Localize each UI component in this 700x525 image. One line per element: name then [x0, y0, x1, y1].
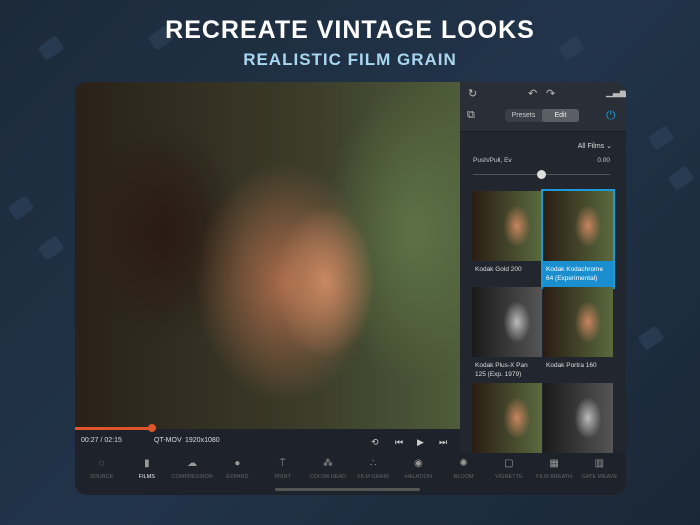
tab-edit[interactable]: Edit: [542, 109, 579, 122]
film-card[interactable]: Kodak Plus-X Pan 125 (Exp. 1979): [472, 287, 542, 383]
tool-icon: ▮: [144, 458, 150, 471]
skip-forward-icon[interactable]: ⏭: [439, 437, 447, 448]
video-preview[interactable]: [75, 82, 460, 429]
tool-label: FILMS: [139, 474, 155, 480]
film-name: Kodak Portra 160: [543, 357, 613, 383]
histogram-icon[interactable]: ▁▃▅: [606, 87, 626, 98]
tool-icon: ⁂: [323, 458, 333, 471]
film-name: Kodak Plus-X Pan 125 (Exp. 1979): [472, 357, 542, 383]
film-card[interactable]: [472, 383, 542, 453]
loop-icon[interactable]: ⟲: [371, 437, 379, 448]
side-panel: ↻ ↶ ↷ ▁▃▅ ⧉ Presets Edit ⏻ All Films ⌄ P…: [460, 82, 626, 452]
film-thumbnail: [472, 383, 542, 453]
chevron-down-icon: ⌄: [606, 143, 612, 150]
tool-label: BLOOM: [454, 474, 474, 480]
tool-label: VIGNETTE: [495, 474, 523, 480]
film-thumbnail: [543, 191, 613, 261]
push-pull-slider[interactable]: [473, 174, 610, 175]
playback-bar: 00:27 / 02:15 QT-MOV 1920x1080 ⟲ ⏮ ▶ ⏭: [75, 430, 460, 452]
tool-icon: ☁: [187, 458, 197, 471]
tool-compression[interactable]: ☁ COMPRESSION: [170, 452, 214, 495]
reset-icon[interactable]: ↻: [468, 87, 477, 100]
film-card-selected[interactable]: Kodak Kodachrome 64 (Experimental): [543, 191, 613, 287]
tool-icon: ✺: [459, 458, 467, 471]
tool-icon: ●: [234, 458, 240, 471]
tool-label: HALATION: [405, 474, 432, 480]
mode-segmented-control: Presets Edit: [505, 109, 579, 122]
time-readout: 00:27 / 02:15: [81, 437, 122, 444]
tool-icon: ▦: [549, 458, 558, 471]
tool-label: EXPAND: [226, 474, 248, 480]
film-name: Kodak Gold 200: [472, 261, 542, 287]
tool-icon: ∴: [370, 458, 376, 471]
app-window: 00:27 / 02:15 QT-MOV 1920x1080 ⟲ ⏮ ▶ ⏭ ↻…: [75, 82, 626, 495]
home-indicator: [275, 488, 420, 491]
play-icon[interactable]: ▶: [417, 437, 424, 448]
compare-icon[interactable]: ⧉: [467, 109, 475, 122]
tool-films[interactable]: ▮ FILMS: [125, 452, 169, 495]
power-icon[interactable]: ⏻: [606, 108, 616, 123]
tool-gate-weave[interactable]: ▥ GATE WEAVE: [577, 452, 621, 495]
film-thumbnail: [543, 287, 613, 357]
film-card[interactable]: Kodak Portra 160: [543, 287, 613, 383]
film-name: Kodak Kodachrome 64 (Experimental): [543, 261, 613, 287]
film-thumbnail: [472, 287, 542, 357]
subheadline: REALISTIC FILM GRAIN: [0, 50, 700, 70]
headline: RECREATE VINTAGE LOOKS: [0, 16, 700, 45]
tool-source[interactable]: ◌ SOURCE: [80, 452, 124, 495]
redo-icon[interactable]: ↷: [546, 87, 555, 100]
resolution-label: 1920x1080: [185, 437, 220, 444]
film-card[interactable]: [543, 383, 613, 453]
film-thumbnail: [543, 383, 613, 453]
skip-back-icon[interactable]: ⏮: [395, 437, 403, 448]
undo-icon[interactable]: ↶: [528, 87, 537, 100]
tool-label: COLOR HEAD: [310, 474, 346, 480]
tool-film-breath[interactable]: ▦ FILM BREATH: [532, 452, 576, 495]
film-filter-label: All Films: [578, 143, 604, 150]
tool-label: FILM GRAIN: [357, 474, 388, 480]
tool-label: FILM BREATH: [536, 474, 572, 480]
film-card[interactable]: Kodak Gold 200: [472, 191, 542, 287]
tool-icon: ▥: [595, 458, 604, 471]
film-filter-dropdown[interactable]: All Films ⌄: [578, 142, 612, 150]
tool-label: GATE WEAVE: [582, 474, 618, 480]
tool-bloom[interactable]: ✺ BLOOM: [442, 452, 486, 495]
tool-icon: ▢: [504, 458, 513, 471]
slider-thumb[interactable]: [537, 170, 546, 179]
tool-label: PRINT: [274, 474, 291, 480]
tool-icon: ⍑: [280, 458, 286, 471]
film-thumbnail: [472, 191, 542, 261]
tab-presets[interactable]: Presets: [505, 109, 542, 122]
tool-label: COMPRESSION: [171, 474, 212, 480]
format-label: QT-MOV: [154, 437, 182, 444]
tool-icon: ◌: [99, 458, 105, 471]
param-label: Push/Pull, Ev: [473, 157, 512, 164]
tool-icon: ◉: [414, 458, 423, 471]
tool-vignette[interactable]: ▢ VIGNETTE: [487, 452, 531, 495]
tool-label: SOURCE: [90, 474, 114, 480]
param-value: 0.00: [597, 157, 610, 164]
tool-expand[interactable]: ● EXPAND: [215, 452, 259, 495]
